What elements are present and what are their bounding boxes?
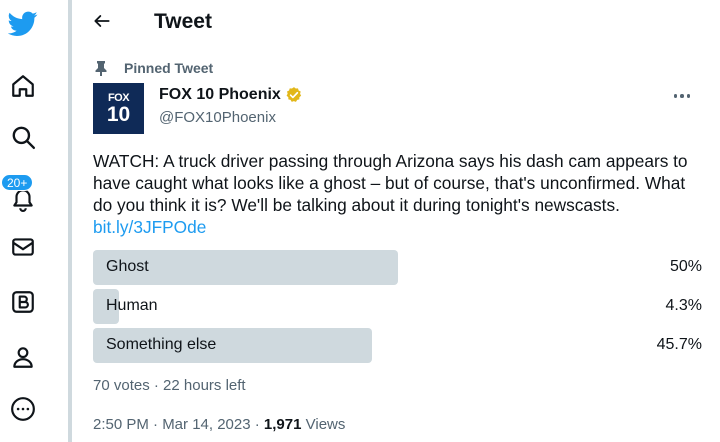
home-icon[interactable] xyxy=(4,67,42,105)
back-arrow-icon[interactable] xyxy=(92,11,116,35)
tweet-timestamp: 2:50 PM · Mar 14, 2023 · 1,971 Views xyxy=(93,416,345,433)
notification-count-badge[interactable]: 20+ xyxy=(1,174,34,191)
poll-option-label: Ghost xyxy=(106,258,149,275)
twitter-logo-icon[interactable] xyxy=(4,5,42,43)
messages-icon[interactable] xyxy=(4,228,42,266)
tweet-time[interactable]: 2:50 PM · Mar 14, 2023 · xyxy=(93,416,264,433)
tweet-text: WATCH: A truck driver passing through Ar… xyxy=(93,150,693,238)
poll-option-label: Something else xyxy=(106,336,217,353)
poll-option: Human 4.3% xyxy=(93,289,702,324)
more-options-icon[interactable] xyxy=(670,86,694,106)
poll-meta: 70 votes · 22 hours left xyxy=(93,377,246,394)
poll-option: Something else 45.7% xyxy=(93,328,702,363)
tweet-detail-column: Tweet Pinned Tweet FOX 10 FOX 10 Phoenix… xyxy=(72,0,720,442)
verified-badge-icon[interactable] xyxy=(285,86,303,104)
pinned-indicator: Pinned Tweet xyxy=(94,60,213,76)
poll-option-percent: 45.7% xyxy=(656,336,702,353)
tweet-link[interactable]: bit.ly/3JFPOde xyxy=(93,217,206,237)
bookmarks-icon[interactable] xyxy=(4,283,42,321)
view-count: 1,971 xyxy=(263,416,302,433)
author-display-name[interactable]: FOX 10 Phoenix xyxy=(159,86,281,104)
avatar-logo-text-top: FOX xyxy=(107,91,130,104)
tweet-body: WATCH: A truck driver passing through Ar… xyxy=(93,151,688,215)
pinned-label: Pinned Tweet xyxy=(124,60,214,76)
poll-option: Ghost 50% xyxy=(93,250,702,285)
views-label: Views xyxy=(301,416,346,433)
author-handle[interactable]: @FOX10Phoenix xyxy=(159,109,276,126)
more-icon[interactable] xyxy=(4,390,42,428)
avatar-logo-text-bottom: 10 xyxy=(106,102,131,126)
pin-icon xyxy=(95,61,107,76)
profile-icon[interactable] xyxy=(4,338,42,376)
poll-option-label: Human xyxy=(106,297,158,314)
avatar[interactable]: FOX 10 xyxy=(93,83,144,134)
sidebar-nav: 20+ xyxy=(0,0,48,442)
author-name-row: FOX 10 Phoenix xyxy=(159,86,303,104)
poll-option-percent: 4.3% xyxy=(665,297,702,314)
poll-option-percent: 50% xyxy=(669,258,702,275)
search-icon[interactable] xyxy=(4,118,42,156)
page-title: Tweet xyxy=(154,10,212,33)
